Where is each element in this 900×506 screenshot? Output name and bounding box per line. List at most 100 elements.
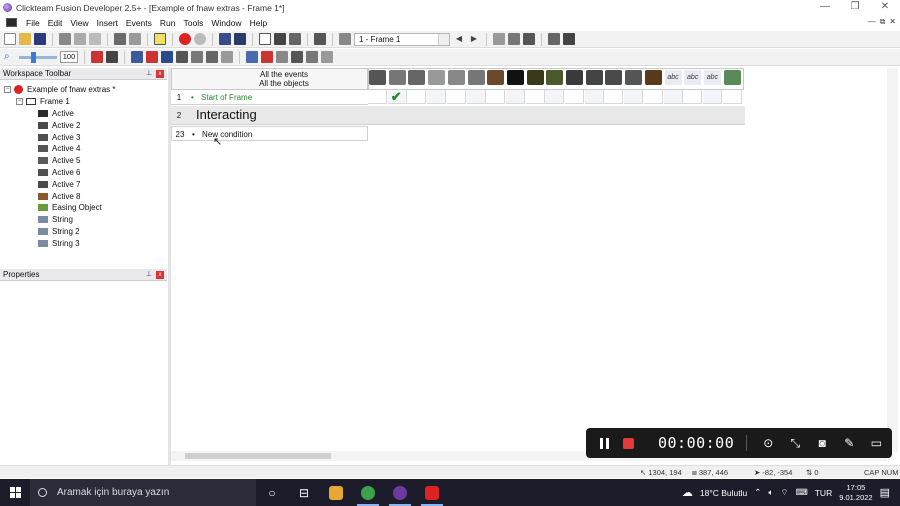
properties-icon[interactable] [321,51,333,63]
tree-object[interactable]: Active 4 [38,143,80,154]
event-list-icon[interactable] [274,33,286,45]
event-grid-cell[interactable] [545,90,565,104]
menu-window[interactable]: Window [207,18,245,28]
redo-icon[interactable] [129,33,141,45]
help-icon[interactable] [154,33,166,45]
event-condition[interactable]: • Start of Frame [191,90,252,105]
event-grid-cell[interactable] [604,90,624,104]
insert-event-icon[interactable] [91,51,103,63]
new-condition-row[interactable]: 23 • New condition [171,126,368,141]
collapse-icon[interactable]: − [16,98,23,105]
keyboard-icon[interactable]: ⌨ [795,487,807,498]
maximize-button[interactable]: ❐ [840,0,870,14]
storyboard-icon[interactable] [219,33,231,45]
event-row-1[interactable]: 1 • Start of Frame [171,90,368,105]
run-frame-icon[interactable] [314,33,326,45]
task-view-button[interactable]: ⊟ [288,479,320,506]
condition-icon[interactable] [191,51,203,63]
collapse-icon[interactable]: − [4,86,11,93]
check-mark-icon[interactable]: ✔ [391,89,402,105]
language-indicator[interactable]: TUR [815,488,832,498]
save-icon[interactable] [34,33,46,45]
zoom-slider-knob[interactable] [31,51,36,63]
menu-help[interactable]: Help [246,18,271,28]
clock[interactable]: 17:05 9.01.2022 [839,483,872,503]
search-event-icon[interactable] [276,51,288,63]
menu-view[interactable]: View [66,18,92,28]
taskbar-app-recorder[interactable] [416,479,448,506]
action-icon[interactable] [206,51,218,63]
filter-icon[interactable] [131,51,143,63]
tree-object[interactable]: Active 7 [38,179,80,190]
stop-record-button[interactable] [623,437,634,449]
draw-icon[interactable]: ✎ [843,436,855,450]
cut-icon[interactable] [59,33,71,45]
object-filter-icon[interactable] [291,51,303,63]
clear-bookmark-icon[interactable] [261,51,273,63]
pin-icon[interactable]: ⊥ [146,68,152,80]
taskbar-search[interactable]: Aramak için buraya yazın [30,479,256,506]
insert-comment-icon[interactable] [106,51,118,63]
tree-object[interactable]: Active 5 [38,155,80,166]
tree-object[interactable]: String 3 [38,238,80,249]
taskbar-app-chrome[interactable] [352,479,384,506]
open-folder-icon[interactable] [19,33,31,45]
stop-icon[interactable] [179,33,191,45]
camera-icon[interactable]: ◙ [816,436,828,450]
scrollbar-thumb[interactable] [185,453,331,459]
export-icon[interactable] [563,33,575,45]
event-grid-cell[interactable] [683,90,703,104]
zoom-slider[interactable] [19,51,57,63]
doc-close-button[interactable]: ✕ [889,17,896,27]
zoom-value[interactable]: 100 [60,51,78,63]
data-elements-icon[interactable] [289,33,301,45]
tree-frame[interactable]: − Frame 1 [16,96,70,107]
fullscreen-icon[interactable]: ⤡ [789,436,801,451]
screenshot-region-icon[interactable]: ⊙ [762,436,774,450]
weather-text[interactable]: 18°C Bulutlu [700,488,747,498]
tree-object[interactable]: Active 8 [38,191,80,202]
document-menu-icon[interactable] [6,18,17,27]
menu-tools[interactable]: Tools [180,18,208,28]
volume-icon[interactable]: 🔈︎ [768,487,773,498]
event-grid-cell[interactable] [663,90,683,104]
event-grid-cell[interactable] [368,90,387,104]
doc-restore-button[interactable]: ⧉ [880,17,886,27]
event-grid-cell[interactable] [702,90,722,104]
event-grid-cell[interactable] [486,90,506,104]
layers-icon[interactable] [508,33,520,45]
close-panel-icon[interactable]: x [156,271,164,279]
tree-object[interactable]: Active [38,108,74,119]
event-grid-cell[interactable] [407,90,427,104]
record-icon[interactable] [194,33,206,45]
frame-editor-icon[interactable] [234,33,246,45]
frame-selector[interactable]: 1 - Frame 1 [354,32,450,46]
pin-icon[interactable]: ⊥ [146,269,152,281]
qualifier-icon[interactable] [306,51,318,63]
tree-object[interactable]: Active 6 [38,167,80,178]
tree-object[interactable]: Easing Object [38,202,102,213]
toggle-icon[interactable] [176,51,188,63]
menu-insert[interactable]: Insert [93,18,122,28]
event-grid-cell[interactable] [427,90,447,104]
bookmark-icon[interactable] [246,51,258,63]
tree-application[interactable]: − Example of fnaw extras * [4,84,115,95]
event-grid-cell[interactable] [565,90,584,104]
close-button[interactable]: ✕ [870,0,900,14]
taskbar-app-explorer[interactable] [320,479,352,506]
event-grid-cell[interactable] [505,90,525,104]
tree-object[interactable]: String 2 [38,226,80,237]
taskbar-app-fusion[interactable] [384,479,416,506]
paint-icon[interactable] [339,33,351,45]
minimize-recorder-icon[interactable]: ▭ [870,436,882,450]
event-grid-cell[interactable] [643,90,663,104]
tree-object[interactable]: Active 2 [38,120,80,131]
tray-chevron-icon[interactable]: ⌃ [754,487,761,498]
menu-file[interactable]: File [22,18,44,28]
close-panel-icon[interactable]: x [156,70,164,78]
notification-icon[interactable]: ▤ [880,486,890,499]
preview-dropdown-icon[interactable] [523,33,535,45]
menu-events[interactable]: Events [122,18,156,28]
event-grid-cell[interactable] [466,90,486,104]
zoom-icon[interactable]: ⌕ [4,51,16,63]
